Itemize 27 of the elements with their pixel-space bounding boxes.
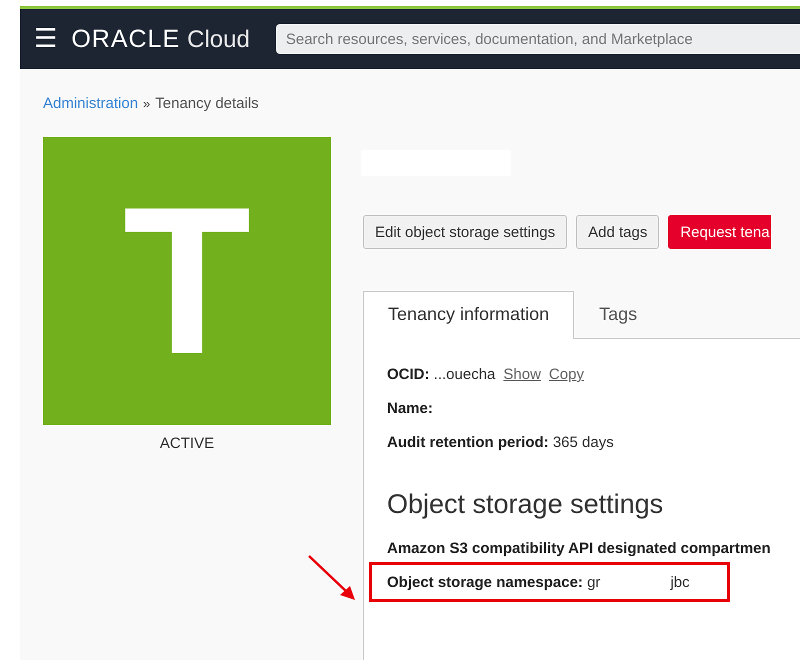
field-label: OCID: [387,366,430,383]
annotation-arrow [308,555,355,600]
section-heading: Object storage settings [387,489,664,520]
field-label: Amazon S3 compatibility API designated compartmen [387,540,771,557]
tab[interactable]: Tags [574,291,662,338]
tab[interactable]: Tenancy information [363,291,574,339]
request-button[interactable]: Request tena [668,215,771,249]
field-label: Object storage namespace: [387,574,583,591]
breadcrumb-link[interactable]: Administration [43,95,138,112]
field-value: gr [587,574,600,591]
field-link[interactable]: Copy [548,366,584,383]
search-field[interactable]: Search resources, services, documentation, and Marketplace [276,24,800,54]
field-value: jbc [670,574,690,591]
field-value: ...ouecha [434,366,496,383]
action-button[interactable]: Edit object storage settings [363,215,568,249]
tenancy-avatar: T [43,137,331,425]
field-label: Audit retention period: [387,434,549,451]
breadcrumb-current: Tenancy details [155,95,259,112]
action-button[interactable]: Add tags [576,215,660,249]
menu-icon[interactable]: ☰ [34,26,58,52]
breadcrumb-separator: » [143,96,150,111]
field-link[interactable]: Show [503,366,541,383]
field-label: Name: [387,400,433,417]
logo-wordmark: ORACLE [71,24,180,54]
status-label: ACTIVE [160,435,214,452]
logo-product: Cloud [187,26,250,54]
field-value: 365 days [552,434,614,451]
